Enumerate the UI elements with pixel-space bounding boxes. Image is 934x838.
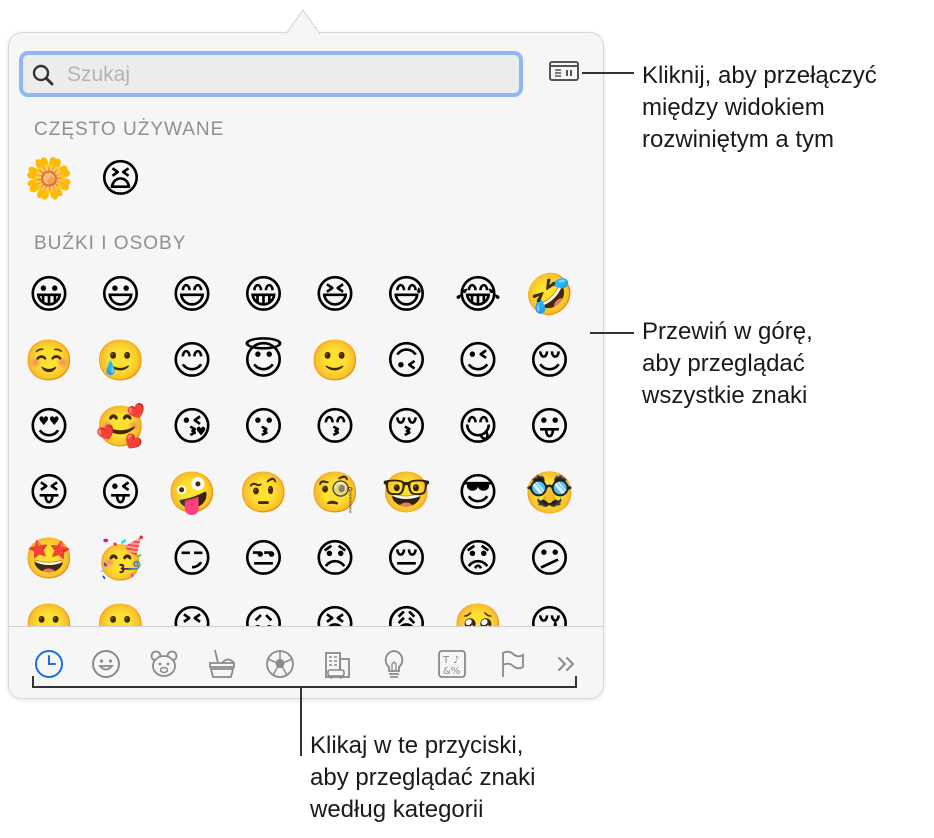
emoji-smileys-20[interactable]: 😙 bbox=[303, 395, 367, 459]
category-bar: T ♪ &% bbox=[9, 626, 603, 698]
emoji-smileys-6[interactable]: 😂 bbox=[446, 263, 510, 327]
emoji-smileys-7[interactable]: 🤣 bbox=[518, 263, 582, 327]
food-category-food-icon[interactable] bbox=[205, 647, 239, 681]
emoji-smileys-27[interactable]: 🤨 bbox=[232, 461, 296, 525]
section-title-frequent: CZĘSTO UŻYWANE bbox=[34, 119, 225, 140]
emoji-smileys-29[interactable]: 🤓 bbox=[375, 461, 439, 525]
emoji-smileys-2[interactable]: 😄 bbox=[160, 263, 224, 327]
emoji-smileys-30[interactable]: 😎 bbox=[446, 461, 510, 525]
emoji-picker-panel: CZĘSTO UŻYWANE 🌼😫 BUŹKI I OSOBY 😀😃😄😁😆😅😂🤣… bbox=[8, 32, 604, 699]
emoji-smileys-19[interactable]: 😗 bbox=[232, 395, 296, 459]
emoji-smileys-21[interactable]: 😚 bbox=[375, 395, 439, 459]
emoji-smileys-34[interactable]: 😏 bbox=[160, 527, 224, 591]
emoji-smileys-11[interactable]: 😇 bbox=[232, 329, 296, 393]
emoji-smileys-36[interactable]: 😞 bbox=[303, 527, 367, 591]
emoji-frequent-1[interactable]: 😫 bbox=[89, 147, 153, 211]
emoji-smileys-15[interactable]: 😌 bbox=[518, 329, 582, 393]
toggle-callout: Kliknij, aby przełączyć między widokiem … bbox=[642, 60, 877, 156]
emoji-smileys-35[interactable]: 😒 bbox=[232, 527, 296, 591]
toggle-callout-line bbox=[582, 72, 634, 74]
search-field[interactable] bbox=[19, 51, 523, 97]
objects-category-lightbulb-icon[interactable] bbox=[377, 647, 411, 681]
categories-callout-line-2: aby przeglądać znaki bbox=[310, 764, 536, 791]
categories-callout-line-3: według kategorii bbox=[310, 796, 484, 823]
popover-arrow bbox=[286, 8, 320, 35]
emoji-smileys-39[interactable]: 😕 bbox=[518, 527, 582, 591]
emoji-smileys-3[interactable]: 😁 bbox=[232, 263, 296, 327]
search-icon bbox=[32, 64, 54, 86]
flags-category-flag-icon[interactable] bbox=[495, 647, 529, 681]
animals-category-animal-icon[interactable] bbox=[147, 647, 181, 681]
search-input[interactable] bbox=[65, 59, 509, 91]
emoji-smileys-32[interactable]: 🤩 bbox=[17, 527, 81, 591]
emoji-smileys-33[interactable]: 🥳 bbox=[89, 527, 153, 591]
scroll-callout-line-3: wszystkie znaki bbox=[642, 382, 808, 409]
emoji-smileys-24[interactable]: 😝 bbox=[17, 461, 81, 525]
toggle-callout-line-1: Kliknij, aby przełączyć bbox=[642, 62, 877, 89]
emoji-smileys-9[interactable]: 🥲 bbox=[89, 329, 153, 393]
emoji-smileys-38[interactable]: 😟 bbox=[446, 527, 510, 591]
symbols-category-symbols-icon[interactable]: T ♪ &% bbox=[435, 647, 469, 681]
emoji-smileys-16[interactable]: 😍 bbox=[17, 395, 81, 459]
expanded-view-toggle-icon[interactable] bbox=[549, 61, 579, 81]
emoji-smileys-18[interactable]: 😘 bbox=[160, 395, 224, 459]
emoji-smileys-13[interactable]: 🙃 bbox=[375, 329, 439, 393]
emoji-smileys-5[interactable]: 😅 bbox=[375, 263, 439, 327]
svg-text:&%: &% bbox=[443, 666, 460, 677]
toggle-callout-line-3: rozwiniętym a tym bbox=[642, 126, 835, 153]
emoji-frequent-0[interactable]: 🌼 bbox=[17, 147, 81, 211]
emoji-smileys-8[interactable]: ☺️ bbox=[17, 329, 81, 393]
emoji-smileys-14[interactable]: 😉 bbox=[446, 329, 510, 393]
scroll-callout: Przewiń w górę, aby przeglądać wszystkie… bbox=[642, 316, 813, 412]
emoji-smileys-17[interactable]: 🥰 bbox=[89, 395, 153, 459]
emoji-smileys-25[interactable]: 😜 bbox=[89, 461, 153, 525]
categories-callout: Klikaj w te przyciski, aby przeglądać zn… bbox=[310, 730, 535, 826]
scroll-callout-line-1: Przewiń w górę, bbox=[642, 318, 813, 345]
more-categories-chevron-icon[interactable] bbox=[549, 647, 583, 681]
section-title-smileys: BUŹKI I OSOBY bbox=[34, 233, 187, 254]
svg-text:T: T bbox=[442, 655, 450, 666]
emoji-smileys-4[interactable]: 😆 bbox=[303, 263, 367, 327]
categories-callout-line-1: Klikaj w te przyciski, bbox=[310, 732, 524, 759]
emoji-smileys-10[interactable]: 😊 bbox=[160, 329, 224, 393]
emoji-smileys-0[interactable]: 😀 bbox=[17, 263, 81, 327]
recent-category-clock-icon[interactable] bbox=[32, 647, 66, 681]
activity-category-ball-icon[interactable] bbox=[263, 647, 297, 681]
scroll-callout-line-2: aby przeglądać bbox=[642, 350, 805, 377]
emoji-smileys-26[interactable]: 🤪 bbox=[160, 461, 224, 525]
emoji-smileys-1[interactable]: 😃 bbox=[89, 263, 153, 327]
emoji-smileys-12[interactable]: 🙂 bbox=[303, 329, 367, 393]
emoji-smileys-28[interactable]: 🧐 bbox=[303, 461, 367, 525]
emoji-smileys-37[interactable]: 😔 bbox=[375, 527, 439, 591]
emoji-smileys-31[interactable]: 🥸 bbox=[518, 461, 582, 525]
toggle-callout-line-2: między widokiem bbox=[642, 94, 825, 121]
emoji-smileys-22[interactable]: 😋 bbox=[446, 395, 510, 459]
svg-text:♪: ♪ bbox=[453, 655, 459, 666]
travel-category-building-icon[interactable] bbox=[320, 647, 354, 681]
smileys-category-smiley-icon[interactable] bbox=[89, 647, 123, 681]
emoji-smileys-23[interactable]: 😛 bbox=[518, 395, 582, 459]
scroll-callout-line bbox=[590, 332, 634, 334]
